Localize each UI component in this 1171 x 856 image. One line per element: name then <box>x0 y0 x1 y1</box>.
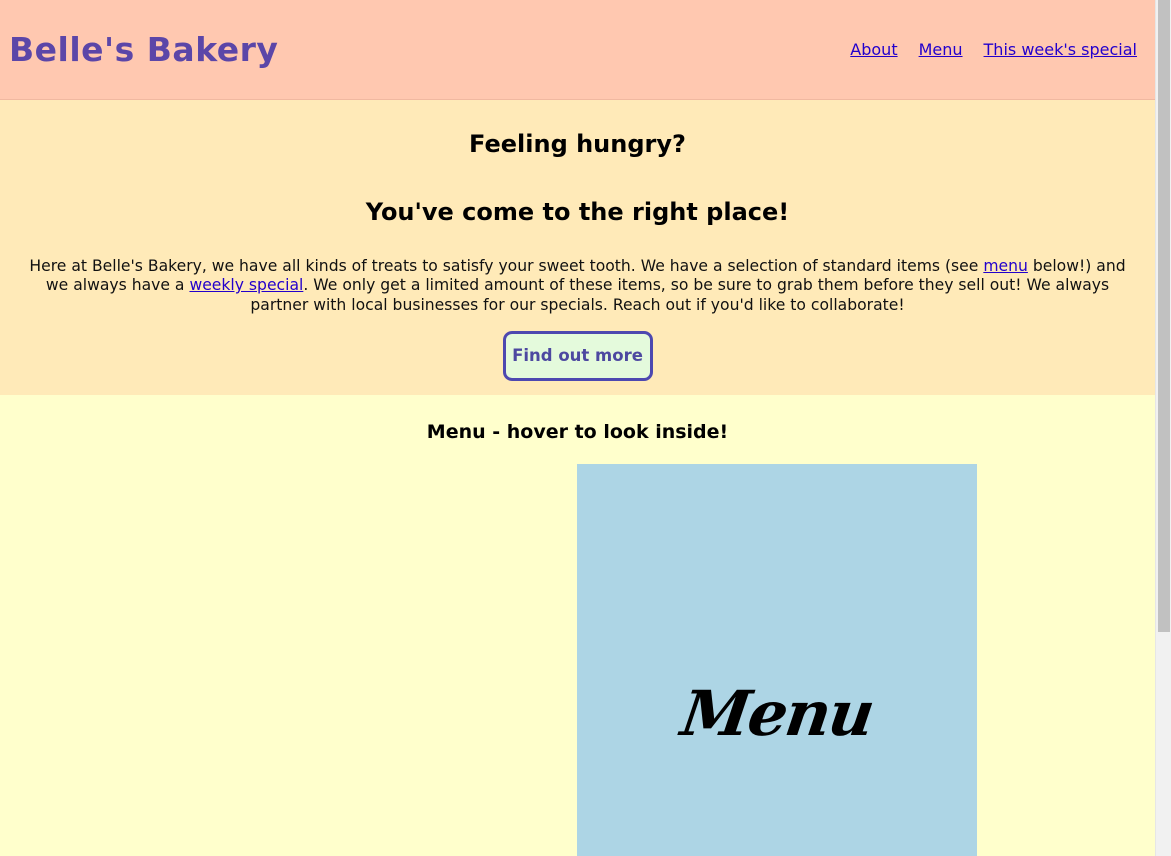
menu-card[interactable]: Menu <box>577 464 977 856</box>
menu-card-label: Menu <box>676 676 878 750</box>
site-title: Belle's Bakery <box>9 30 279 69</box>
hero-section: Feeling hungry? You've come to the right… <box>0 100 1155 395</box>
inline-link-menu[interactable]: menu <box>983 257 1028 275</box>
nav-link-about[interactable]: About <box>850 40 897 59</box>
menu-section: Menu - hover to look inside! Menu <box>0 395 1155 856</box>
hero-heading-right-place: You've come to the right place! <box>365 198 790 226</box>
nav-link-weekly-special[interactable]: This week's special <box>984 40 1137 59</box>
inline-link-weekly-special[interactable]: weekly special <box>189 276 303 294</box>
main-nav: About Menu This week's special <box>850 40 1137 59</box>
hero-heading-hungry: Feeling hungry? <box>469 130 686 158</box>
scrollbar-thumb[interactable] <box>1158 0 1170 632</box>
page: Belle's Bakery About Menu This week's sp… <box>0 0 1155 856</box>
nav-link-menu[interactable]: Menu <box>919 40 963 59</box>
vertical-scrollbar[interactable] <box>1155 0 1171 856</box>
hero-paragraph: Here at Belle's Bakery, we have all kind… <box>18 257 1137 315</box>
menu-heading: Menu - hover to look inside! <box>426 421 729 443</box>
find-out-more-button[interactable]: Find out more <box>502 330 653 381</box>
hero-text-part3: . We only get a limited amount of these … <box>250 276 1110 314</box>
site-header: Belle's Bakery About Menu This week's sp… <box>0 0 1155 100</box>
hero-text-part1: Here at Belle's Bakery, we have all kind… <box>29 257 984 275</box>
